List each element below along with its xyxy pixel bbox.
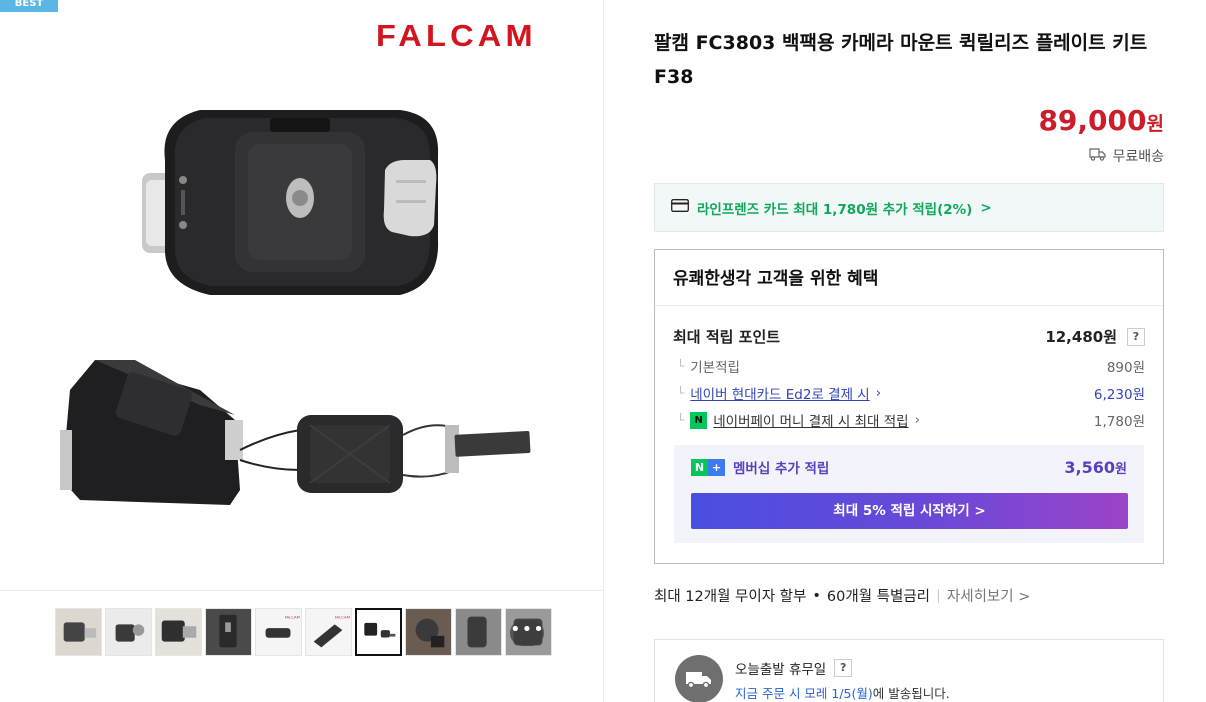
chevron-right-icon: ›: [914, 412, 920, 428]
installment-details-link[interactable]: 자세히보기 >: [947, 585, 1030, 606]
max-point-value: 12,480원: [1045, 328, 1117, 346]
installment-main: 최대 12개월 무이자 할부: [654, 589, 807, 605]
benefits-panel: 유쾌한생각 고객을 위한 혜택 최대 적립 포인트 12,480원 ? └ 기본적…: [654, 249, 1164, 564]
start-membership-button[interactable]: 최대 5% 적립 시작하기 >: [691, 493, 1128, 529]
delivery-title-text: 오늘출발 휴무일: [735, 662, 827, 678]
chevron-right-icon: >: [980, 199, 992, 216]
npay-money-link[interactable]: 네이버페이 머니 결제 시 최대 적립: [713, 410, 908, 430]
backpack-clip-illustration: [60, 360, 531, 505]
thumbnail-4[interactable]: [205, 608, 252, 656]
thumbnail-9[interactable]: [455, 608, 502, 656]
delivery-sub: 지금 주문 시 모레 1/5(월)에 발송됩니다.: [735, 683, 950, 702]
price-unit: 원: [1146, 113, 1164, 135]
quick-release-plate-illustration: [142, 110, 439, 295]
point-row-npay[interactable]: └ N 네이버페이 머니 결제 시 최대 적립 › 1,780원: [673, 410, 1145, 430]
tree-branch-icon: └: [677, 413, 685, 427]
membership-row: N + 멤버십 추가 적립 3,560원: [691, 457, 1127, 477]
naverpay-icon: N: [690, 411, 708, 429]
max-point-row: 최대 적립 포인트 12,480원 ?: [673, 326, 1145, 347]
product-price: 89,000원: [1038, 104, 1164, 137]
delivery-box: 오늘출발 휴무일 ? 지금 주문 시 모레 1/5(월)에 발송됩니다.: [654, 639, 1164, 702]
naver-plus-icon: N +: [691, 458, 725, 476]
basic-point-value: 890원: [1106, 360, 1145, 376]
shipping-label: 무료배송: [1112, 149, 1164, 165]
membership-unit: 원: [1115, 461, 1127, 477]
thumbnail-7[interactable]: [355, 608, 402, 656]
installment-info: 최대 12개월 무이자 할부 • 60개월 특별금리 | 자세히보기 >: [654, 585, 1030, 606]
svg-text:FALCAM: FALCAM: [335, 615, 350, 620]
shipping-info: 무료배송: [1089, 146, 1164, 166]
truck-icon: [1089, 147, 1107, 165]
delivery-rest: 에 발송됩니다.: [872, 686, 950, 701]
thumbnail-6[interactable]: FALCAM: [305, 608, 352, 656]
tree-branch-icon: └: [677, 359, 685, 373]
help-icon[interactable]: ?: [1127, 327, 1145, 346]
delivery-date: 지금 주문 시 모레 1/5(월): [735, 686, 873, 701]
product-title: 팔캠 FC3803 백팩용 카메라 마운트 퀵릴리즈 플레이트 키트 F38: [654, 32, 1148, 88]
benefits-heading: 유쾌한생각 고객을 위한 혜택: [655, 250, 1163, 306]
delivery-truck-icon: [675, 655, 723, 702]
point-row-basic: └ 기본적립 890원: [673, 356, 1145, 376]
max-point-label: 최대 적립 포인트: [673, 328, 781, 346]
dot-separator: •: [812, 587, 821, 604]
installment-special: 60개월 특별금리: [826, 589, 931, 605]
help-icon[interactable]: ?: [834, 659, 853, 677]
card-point-value: 6,230원: [1093, 387, 1145, 403]
membership-area: N + 멤버십 추가 적립 3,560원 최대 5% 적립 시작하기 >: [674, 445, 1144, 543]
thumbnail-2[interactable]: [105, 608, 152, 656]
main-product-image[interactable]: [0, 60, 604, 590]
divider: |: [936, 587, 941, 604]
credit-card-icon: [671, 199, 689, 216]
svg-text:FALCAM: FALCAM: [285, 615, 300, 620]
thumbnail-1[interactable]: [55, 608, 102, 656]
best-badge: BEST: [0, 0, 58, 12]
thumbnail-3[interactable]: [155, 608, 202, 656]
tree-branch-icon: └: [677, 386, 685, 400]
point-row-card[interactable]: └ 네이버 현대카드 Ed2로 결제 시 › 6,230원: [673, 383, 1145, 403]
card-benefit-text: 라인프렌즈 카드 최대 1,780원 추가 적립(2%): [697, 201, 973, 218]
thumbnail-strip: FALCAM FALCAM: [55, 608, 552, 656]
thumb-divider: [0, 590, 604, 591]
delivery-title: 오늘출발 휴무일 ?: [735, 658, 853, 678]
chevron-right-icon: ›: [875, 385, 882, 401]
membership-label: 멤버십 추가 적립: [733, 461, 830, 477]
basic-point-label: 기본적립: [690, 360, 740, 376]
more-images-button[interactable]: •••: [510, 620, 544, 646]
hyundai-card-link[interactable]: 네이버 현대카드 Ed2로 결제 시: [690, 383, 869, 403]
npay-point-value: 1,780원: [1093, 414, 1145, 430]
thumbnail-5[interactable]: FALCAM: [255, 608, 302, 656]
thumbnail-8[interactable]: [405, 608, 452, 656]
product-gallery: BEST FALCAM FALCAM FALCAM •••: [0, 0, 604, 702]
brand-logo: FALCAM: [376, 18, 537, 53]
price-amount: 89,000: [1038, 104, 1147, 137]
membership-value: 3,560: [1064, 457, 1116, 477]
card-benefit-banner[interactable]: 라인프렌즈 카드 최대 1,780원 추가 적립(2%) >: [654, 183, 1164, 232]
